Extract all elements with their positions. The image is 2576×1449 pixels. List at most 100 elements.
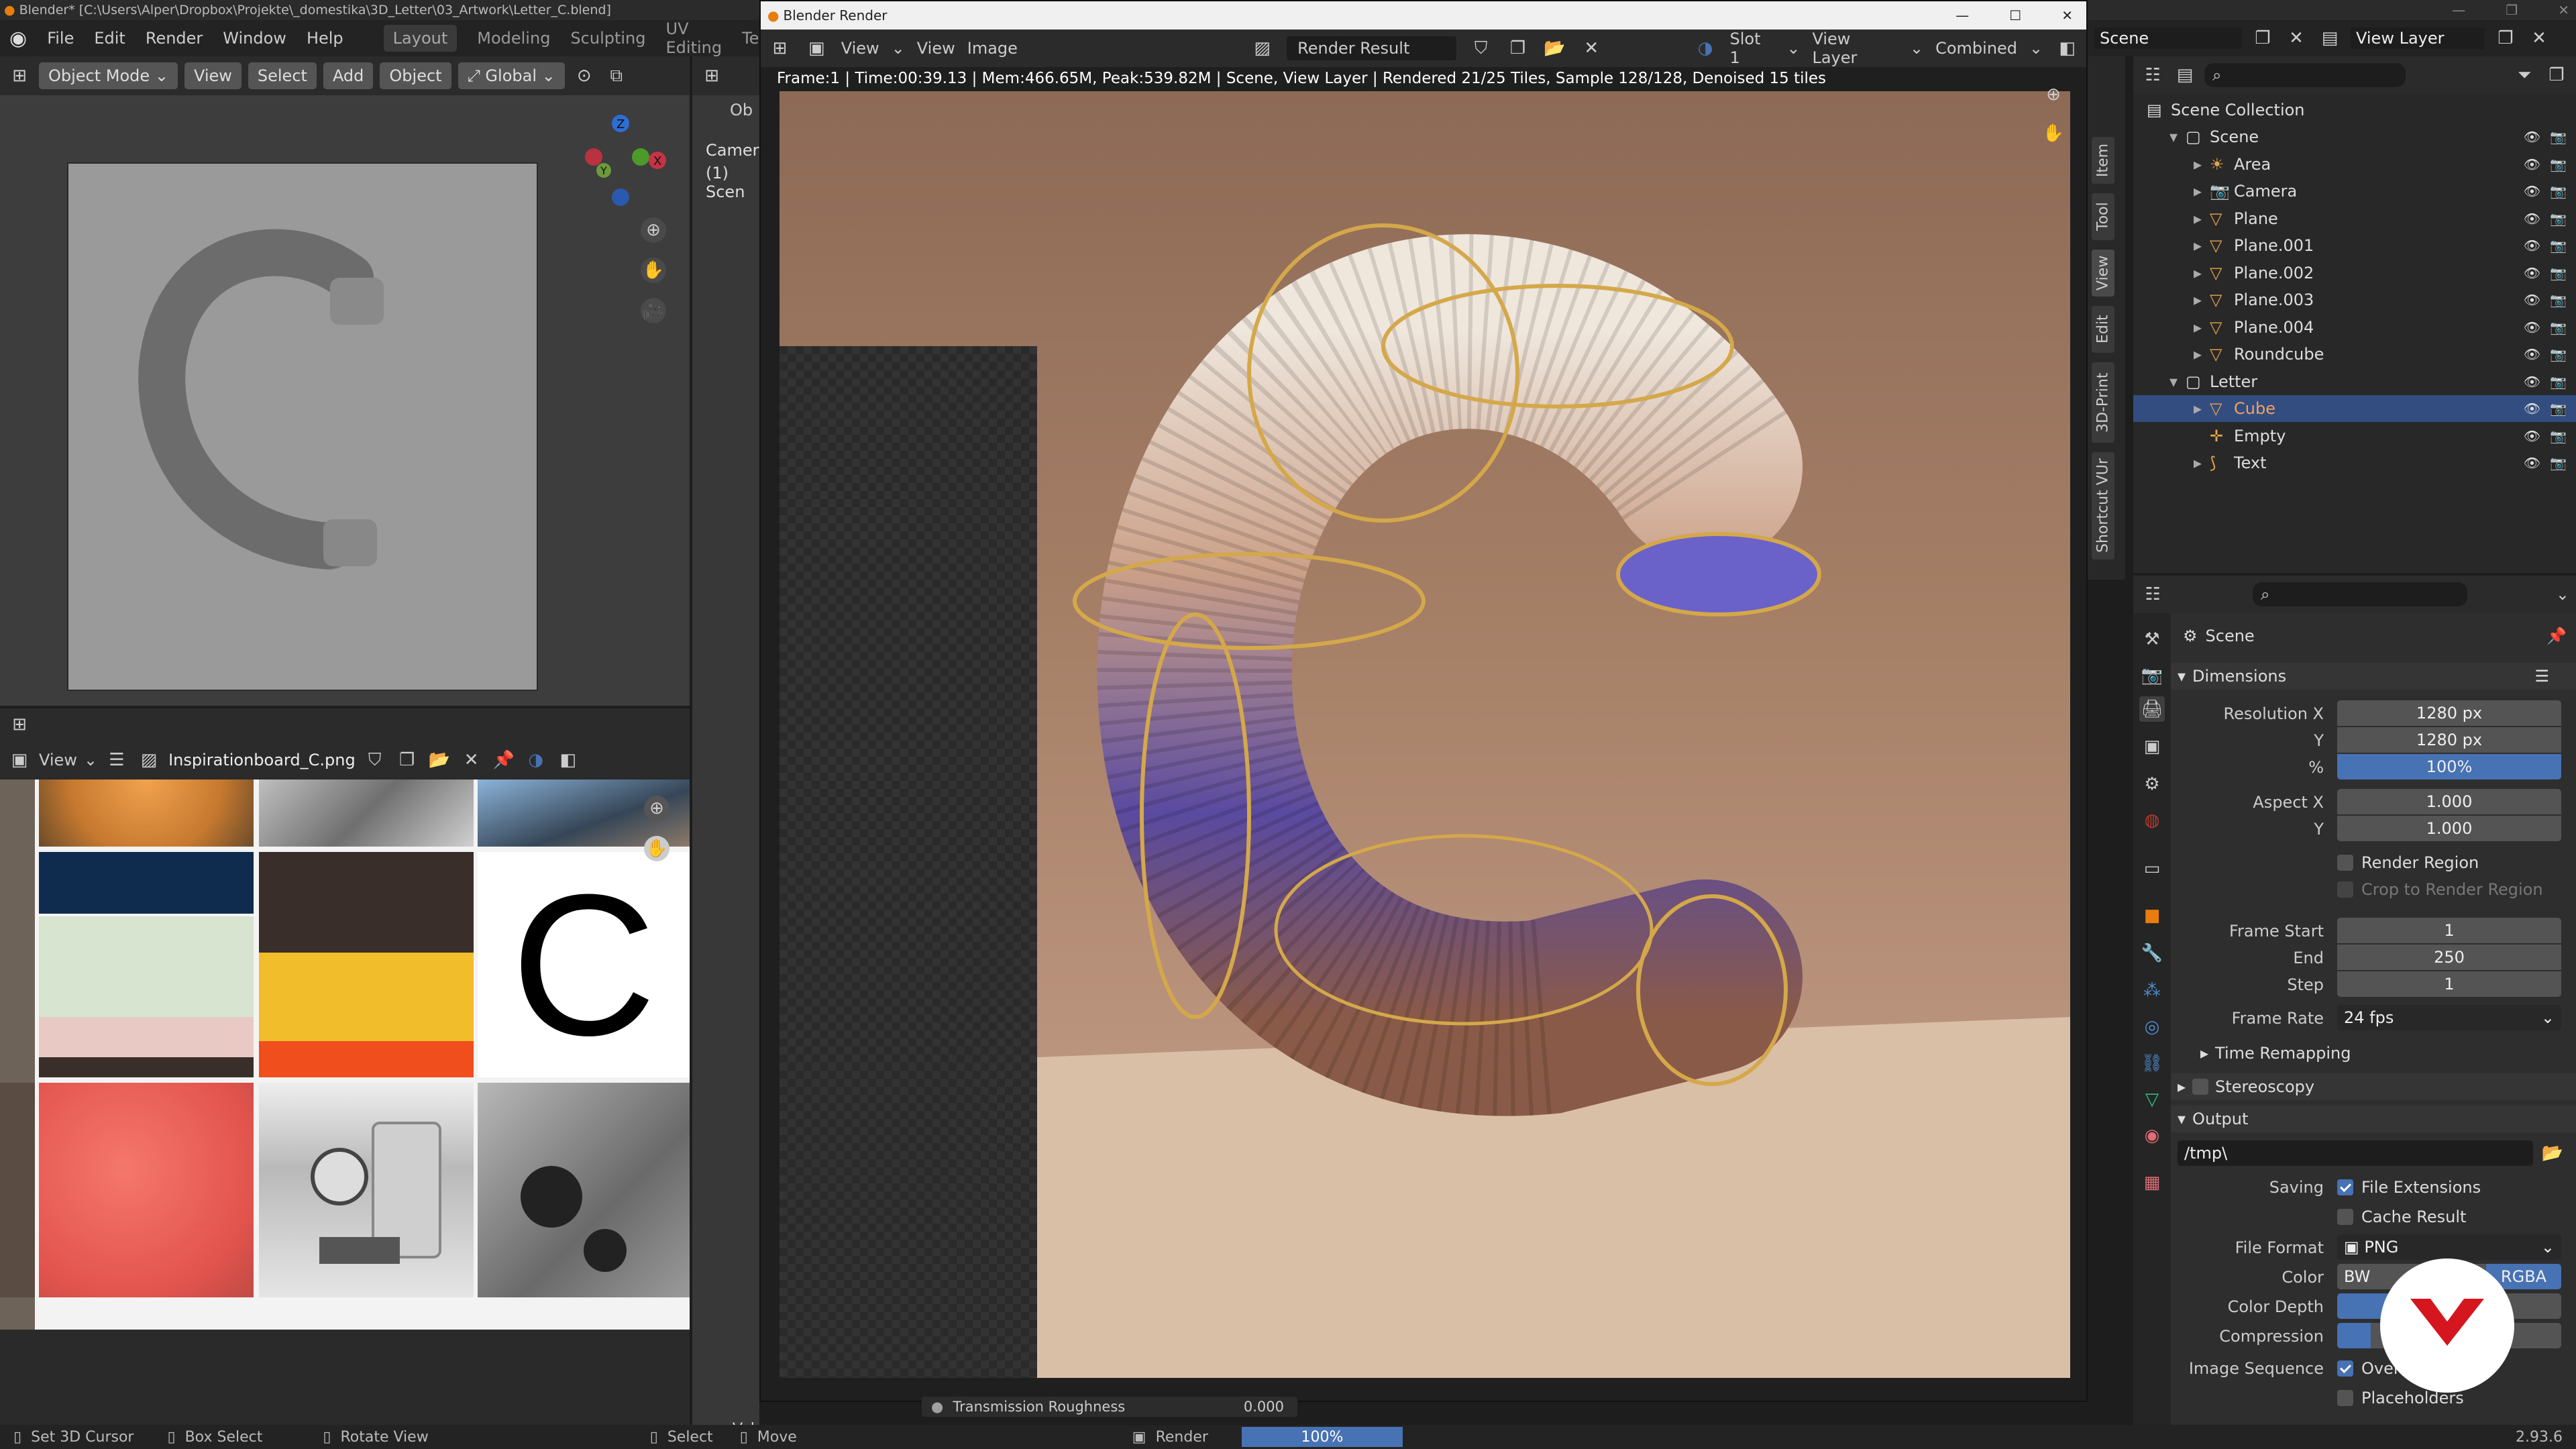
resolution-x-field[interactable]: 1280 px <box>2337 700 2561 726</box>
display-channels-icon[interactable]: ◧ <box>555 747 581 773</box>
crop-region-box[interactable] <box>2337 881 2353 898</box>
blender-logo-icon[interactable]: ◉ <box>9 27 27 50</box>
data-props-icon[interactable]: ▽ <box>2139 1087 2165 1112</box>
render-minimize-icon[interactable]: — <box>1955 7 1969 23</box>
visibility-eye-icon[interactable]: 👁 <box>2524 265 2540 281</box>
image-editor[interactable]: ⊞ ▣ View ⌄ ☰ ▨ Inspirationboard_C.png ⛉ ❐… <box>0 708 690 1425</box>
minimize-icon[interactable]: — <box>2452 2 2465 18</box>
side-tab-view[interactable]: View <box>2092 250 2114 297</box>
slot-dropdown[interactable]: Slot 1 <box>1730 30 1775 67</box>
viewport-menu-add[interactable]: Add <box>323 62 374 89</box>
render-fake-user-icon[interactable]: ⛉ <box>1468 36 1493 61</box>
navigation-gizmo[interactable]: Z X Y <box>570 110 671 211</box>
outliner-display-icon[interactable]: ▤ <box>2172 62 2198 88</box>
menu-file[interactable]: File <box>47 29 74 48</box>
cache-result-checkbox[interactable]: Cache Result <box>2337 1203 2576 1230</box>
tab-layout[interactable]: Layout <box>383 25 458 52</box>
frame-start-field[interactable]: 1 <box>2337 918 2561 943</box>
render-visibility-icon[interactable]: 📷 <box>2550 400 2567 417</box>
output-props-icon[interactable]: 🖨 <box>2139 696 2165 722</box>
render-menu-image[interactable]: Image <box>967 39 1018 58</box>
render-maximize-icon[interactable]: ☐ <box>2009 7 2021 23</box>
outliner-item-plane-003[interactable]: ▸ ▽ Plane.003 👁 📷 <box>2133 286 2576 313</box>
editor-type-icon-3[interactable]: ⊞ <box>7 712 32 737</box>
render-channels-icon[interactable]: ◧ <box>2055 36 2080 61</box>
render-canvas[interactable] <box>780 91 2070 1378</box>
collection-props-icon[interactable]: ▭ <box>2139 856 2165 881</box>
view-layer-remove-icon[interactable]: ✕ <box>2526 25 2552 51</box>
render-region-box[interactable] <box>2337 855 2353 871</box>
viewport-menu-view[interactable]: View <box>184 62 241 89</box>
outliner-item-scene[interactable]: ▾ ▢ Scene 👁 📷 <box>2133 123 2576 150</box>
render-visibility-icon[interactable]: 📷 <box>2550 183 2567 199</box>
aspect-x-field[interactable]: 1.000 <box>2337 789 2561 814</box>
frame-rate-dropdown[interactable]: 24 fps ⌄ <box>2337 1005 2561 1030</box>
outliner-expand-icon[interactable]: ▸ <box>2194 345 2210 364</box>
tab-uv-editing[interactable]: UV Editing <box>666 19 722 57</box>
outliner-expand-icon[interactable]: ▸ <box>2194 318 2210 337</box>
outliner-item-camera[interactable]: ▸ 📷 Camera 👁 📷 <box>2133 178 2576 205</box>
modifier-props-icon[interactable]: 🔧 <box>2139 941 2165 966</box>
image-browse-icon[interactable]: ▨ <box>136 747 162 773</box>
image-zoom-icon[interactable]: ⊕ <box>644 796 669 821</box>
node-value[interactable]: 0.000 <box>1244 1399 1284 1415</box>
outliner-expand-icon[interactable]: ▸ <box>2194 209 2210 228</box>
fake-user-icon[interactable]: ⛉ <box>362 747 388 773</box>
render-visibility-icon[interactable]: 📷 <box>2550 428 2567 444</box>
outliner-expand-icon[interactable]: ▸ <box>2194 155 2210 174</box>
outliner-scene-collection[interactable]: ▤ Scene Collection <box>2133 97 2576 123</box>
resolution-y-field[interactable]: 1280 px <box>2337 727 2561 753</box>
render-result-field[interactable]: Render Result <box>1287 36 1457 60</box>
scene-name[interactable]: Scene <box>2094 28 2242 49</box>
unlink-icon[interactable]: ✕ <box>459 747 484 773</box>
object-mode-dropdown[interactable]: Object Mode ⌄ <box>39 62 178 89</box>
scene-new-icon[interactable]: ❐ <box>2250 25 2275 51</box>
render-mode-icon[interactable]: ▣ <box>804 36 829 61</box>
outliner-expand-icon[interactable]: ▾ <box>2169 372 2186 391</box>
render-overlay-icon[interactable]: ◑ <box>1693 36 1718 61</box>
output-panel-header[interactable]: ▾ Output <box>2171 1106 2576 1132</box>
render-progress-bar[interactable]: 100% <box>1241 1427 1403 1447</box>
hamburger-icon[interactable]: ☰ <box>104 747 129 773</box>
material-props-icon[interactable]: ◉ <box>2139 1123 2165 1148</box>
image-name[interactable]: Inspirationboard_C.png <box>168 751 356 769</box>
render-props-icon[interactable]: 📷 <box>2139 663 2165 688</box>
visibility-eye-icon[interactable]: 👁 <box>2524 237 2540 254</box>
side-tab-shortcut[interactable]: Shortcut VUr <box>2092 452 2114 559</box>
view-layer-props-icon[interactable]: ▣ <box>2139 734 2165 759</box>
visibility-eye-icon[interactable]: 👁 <box>2524 400 2540 417</box>
file-extensions-checkbox[interactable]: File Extensions <box>2337 1174 2576 1201</box>
pin-icon[interactable]: 📌 <box>491 747 517 773</box>
outliner-filter-icon[interactable]: ⏷ <box>2512 62 2537 88</box>
visibility-eye-icon[interactable]: 👁 <box>2524 319 2540 335</box>
outliner-expand-icon[interactable]: ▸ <box>2194 264 2210 282</box>
overlay-icon[interactable]: ◑ <box>523 747 549 773</box>
scene-remove-icon[interactable]: ✕ <box>2284 25 2309 51</box>
visibility-eye-icon[interactable]: 👁 <box>2524 455 2540 471</box>
pivot-icon[interactable]: ⊙ <box>572 63 597 89</box>
dimensions-panel-header[interactable]: ▾ Dimensions ☰ <box>2171 663 2576 690</box>
menu-help[interactable]: Help <box>307 29 343 48</box>
cache-result-box[interactable] <box>2337 1209 2353 1225</box>
close-icon[interactable]: ✕ <box>2558 2 2569 18</box>
tab-modeling[interactable]: Modeling <box>477 29 550 48</box>
image-pan-icon[interactable]: ✋ <box>644 836 669 861</box>
render-visibility-icon[interactable]: 📷 <box>2550 156 2567 172</box>
output-path-field[interactable]: /tmp\ <box>2178 1140 2533 1166</box>
visibility-eye-icon[interactable]: 👁 <box>2524 346 2540 362</box>
image-editor-type-icon[interactable]: ▣ <box>7 747 32 773</box>
outliner-new-collection-icon[interactable]: ❐ <box>2544 62 2569 88</box>
viewport-3d[interactable]: ⊞ Object Mode ⌄ View Select Add Object ⤢… <box>0 56 690 706</box>
editor-type-icon[interactable]: ⊞ <box>7 63 32 89</box>
outliner-expand-icon[interactable]: ▾ <box>2169 127 2186 146</box>
object-props-icon[interactable]: ■ <box>2139 903 2165 928</box>
render-visibility-icon[interactable]: 📷 <box>2550 211 2567 227</box>
outliner-expand-icon[interactable]: ▸ <box>2194 453 2210 472</box>
view-layer-icon[interactable]: ▤ <box>2317 25 2343 51</box>
pan-hand-icon[interactable]: ✋ <box>641 258 666 283</box>
pass-dropdown[interactable]: Combined <box>1935 39 2017 58</box>
particles-props-icon[interactable]: ⁂ <box>2139 978 2165 1004</box>
side-tab-3dprint[interactable]: 3D-Print <box>2092 362 2114 443</box>
scene-props-icon[interactable]: ⚙ <box>2139 771 2165 797</box>
visibility-eye-icon[interactable]: 👁 <box>2524 156 2540 172</box>
